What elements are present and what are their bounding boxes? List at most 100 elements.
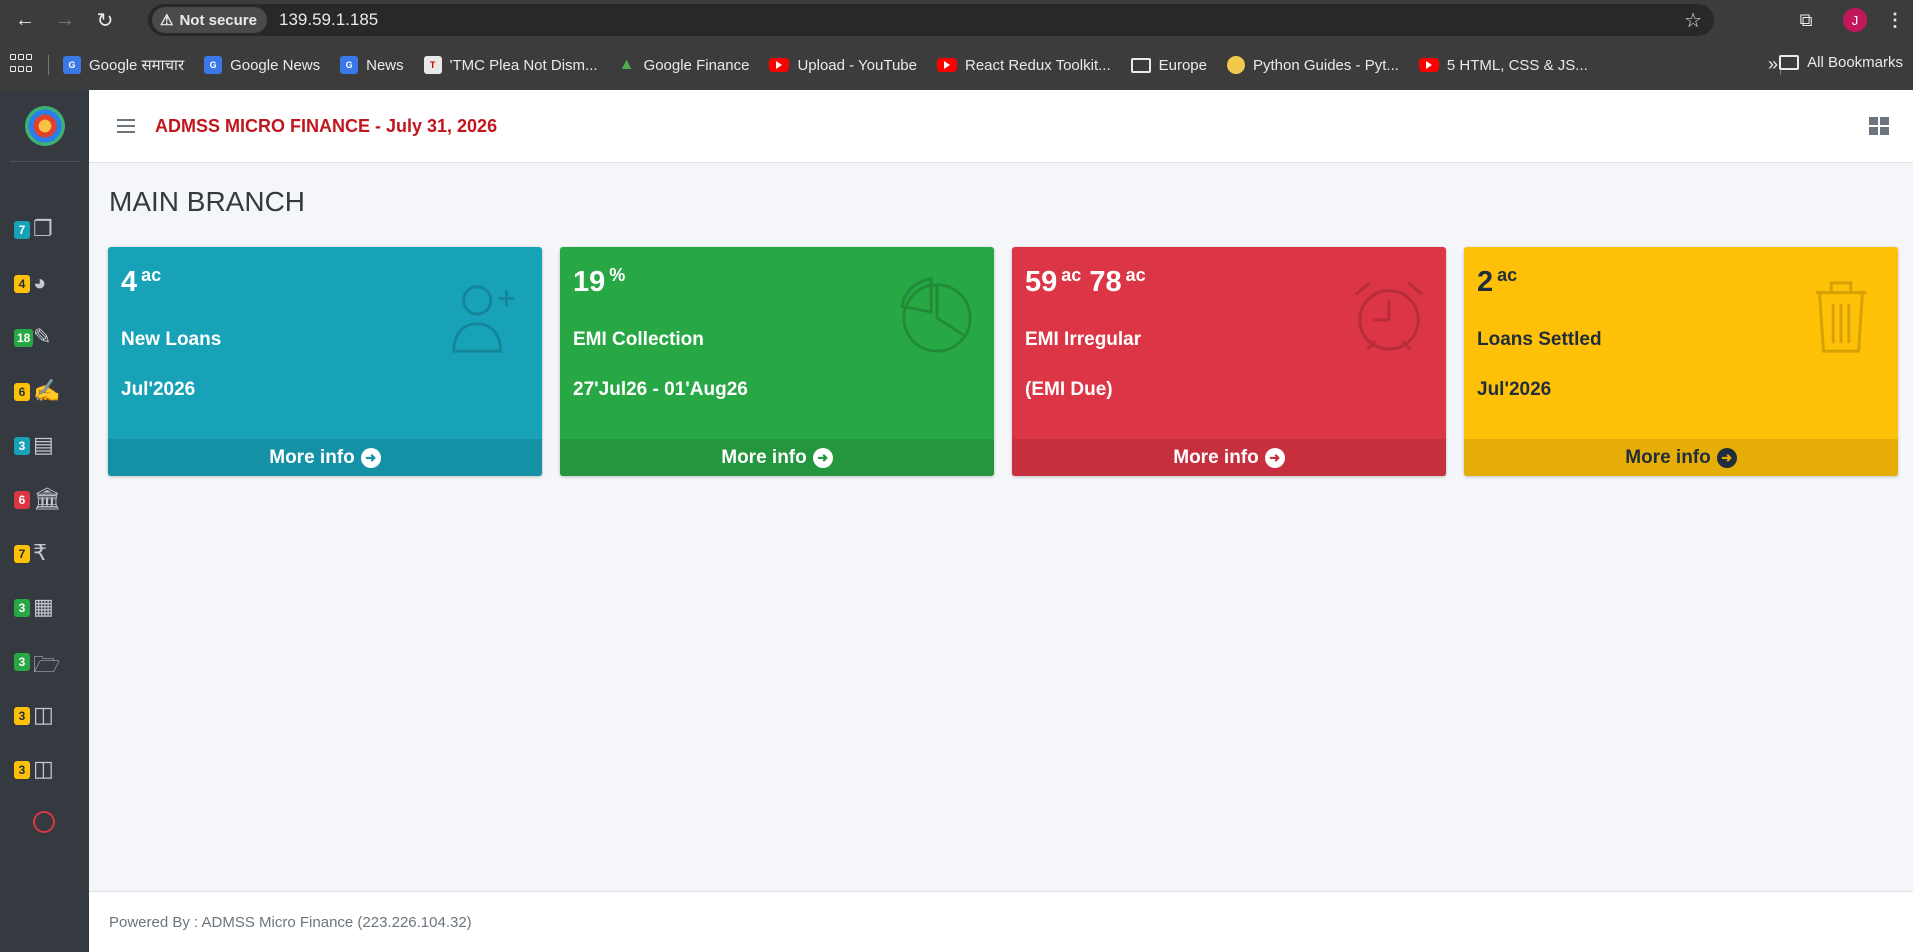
sidebar-badge: 3 bbox=[14, 599, 30, 617]
more-info-link[interactable]: More info ➜ bbox=[560, 439, 994, 476]
sidebar-item[interactable]: 6 🏛 bbox=[0, 472, 89, 526]
extensions-icon[interactable]: ⧉ bbox=[1791, 10, 1821, 31]
sidebar-item[interactable]: 6 ✍ bbox=[0, 364, 89, 418]
menu-dots-icon[interactable]: ⋮ bbox=[1885, 10, 1905, 31]
circle-icon bbox=[33, 811, 55, 833]
card-sublabel: 27'Jul26 - 01'Aug26 bbox=[573, 379, 748, 400]
youtube-icon bbox=[936, 58, 957, 72]
bookmark-label: Europe bbox=[1158, 56, 1207, 74]
forward-icon[interactable]: → bbox=[50, 5, 80, 35]
bookmark-item[interactable]: Python Guides - Pyt... bbox=[1227, 56, 1399, 74]
sidebar-badge: 4 bbox=[14, 275, 30, 293]
more-info-link[interactable]: More info ➜ bbox=[108, 439, 542, 476]
alarm-clock-icon bbox=[1350, 277, 1428, 355]
card-unit: ac bbox=[1497, 265, 1518, 285]
sidebar-item[interactable]: 3 ▦ bbox=[0, 580, 89, 634]
youtube-icon bbox=[769, 58, 790, 72]
more-info-label: More info bbox=[269, 446, 355, 468]
brand[interactable] bbox=[10, 90, 79, 162]
sidebar-badge: 6 bbox=[14, 383, 30, 401]
address-bar[interactable]: ⚠ Not secure 139.59.1.185 ☆ bbox=[148, 4, 1714, 36]
arrow-circle-right-icon: ➜ bbox=[360, 447, 381, 468]
sidebar-badge: 7 bbox=[14, 221, 30, 239]
user-plus-icon bbox=[446, 277, 524, 355]
card-value: 19 bbox=[573, 266, 606, 298]
more-info-link[interactable]: More info ➜ bbox=[1464, 439, 1898, 476]
all-bookmarks-label: All Bookmarks bbox=[1807, 54, 1903, 71]
bookmark-label: 'TMC Plea Not Dism... bbox=[449, 56, 598, 74]
bookmark-label: Google समाचार bbox=[89, 57, 185, 74]
card-value: 4 bbox=[121, 266, 138, 298]
bookmark-item[interactable]: G Google समाचार bbox=[63, 55, 184, 75]
stat-card: 2 ac Loans Settled Jul'2026 More info ➜ bbox=[1464, 247, 1898, 476]
more-info-label: More info bbox=[1625, 446, 1711, 468]
grid-icon: ▦ bbox=[33, 594, 54, 619]
bookmark-item[interactable]: T 'TMC Plea Not Dism... bbox=[423, 56, 598, 74]
rupee-icon: ₹ bbox=[33, 540, 47, 565]
sidebar-item[interactable]: 4 ◕ bbox=[0, 256, 89, 310]
sidebar-item[interactable]: 18 ✎ bbox=[0, 310, 89, 364]
chart-pie-icon: ◕ bbox=[33, 270, 47, 295]
trash-icon bbox=[1802, 277, 1880, 355]
more-info-label: More info bbox=[721, 446, 807, 468]
card-value-group: 2 ac bbox=[1477, 265, 1517, 299]
sidebar-badge: 3 bbox=[14, 707, 30, 725]
reload-icon[interactable]: ↻ bbox=[90, 5, 120, 35]
grid-view-icon[interactable] bbox=[1869, 117, 1889, 135]
bookmark-item[interactable]: ▲ Google Finance bbox=[618, 56, 750, 74]
card-value: 59 bbox=[1025, 266, 1058, 298]
sidebar-item-logout[interactable] bbox=[0, 796, 89, 850]
back-icon[interactable]: ← bbox=[10, 5, 40, 35]
stat-card: 19% EMI Collection 27'Jul26 - 01'Aug26 More… bbox=[560, 247, 994, 476]
signature-icon: ✍ bbox=[33, 378, 61, 403]
id-card-icon: ▤ bbox=[33, 432, 54, 457]
chart-pie-icon bbox=[898, 277, 976, 355]
card-sublabel: Jul'2026 bbox=[121, 379, 196, 400]
arrow-circle-right-icon: ➜ bbox=[812, 447, 833, 468]
folder-icon bbox=[1130, 57, 1151, 73]
card-sublabel: Jul'2026 bbox=[1477, 379, 1552, 400]
sidebar-item[interactable]: 3 ◫ bbox=[0, 688, 89, 742]
folder-open-icon: 🗁 bbox=[33, 652, 61, 677]
bookmark-label: Google Finance bbox=[643, 56, 750, 74]
bookmark-star-icon[interactable]: ☆ bbox=[1684, 8, 1702, 33]
stat-card: 4 ac New Loans Jul'2026 More info ➜ bbox=[108, 247, 542, 476]
profile-avatar[interactable]: J bbox=[1843, 8, 1867, 32]
folder-icon bbox=[1779, 55, 1800, 70]
more-bookmarks-icon[interactable]: » bbox=[1768, 54, 1778, 75]
card-unit: ac bbox=[1061, 265, 1082, 285]
security-chip[interactable]: ⚠ Not secure bbox=[152, 7, 267, 33]
bookmark-item[interactable]: Upload - YouTube bbox=[769, 57, 917, 74]
logo bbox=[24, 105, 65, 146]
bank-icon: 🏛 bbox=[33, 486, 61, 511]
bookmark-item[interactable]: G Google News bbox=[204, 56, 320, 74]
warning-icon: ⚠ bbox=[160, 12, 174, 29]
bookmark-item[interactable]: React Redux Toolkit... bbox=[936, 57, 1111, 74]
sidebar-item[interactable]: 7 ₹ bbox=[0, 526, 89, 580]
browser-toolbar: ← → ↻ ⚠ Not secure 139.59.1.185 ☆ ⧉ J ⋮ bbox=[0, 0, 1913, 40]
sidebar-item[interactable]: 3 ◫ bbox=[0, 742, 89, 796]
more-info-link[interactable]: More info ➜ bbox=[1012, 439, 1446, 476]
card-unit: ac bbox=[141, 265, 162, 285]
sidebar-item[interactable]: 3 🗁 bbox=[0, 634, 89, 688]
bookmark-item[interactable]: Europe bbox=[1130, 56, 1207, 74]
card-label: New Loans bbox=[121, 329, 222, 350]
bookmark-label: 5 HTML, CSS & JS... bbox=[1446, 56, 1588, 74]
bookmark-item[interactable]: G News bbox=[340, 56, 404, 74]
sidebar-item[interactable]: 3 ▤ bbox=[0, 418, 89, 472]
hamburger-menu-icon[interactable] bbox=[117, 115, 135, 137]
sidebar-badge: 18 bbox=[14, 329, 34, 347]
google-news-icon: G bbox=[63, 56, 81, 74]
card-sublabel: (EMI Due) bbox=[1025, 379, 1113, 400]
sidebar-item[interactable]: 7 ❐ bbox=[0, 202, 89, 256]
stat-card: 59 ac 78 ac EMI Irregular (EMI Due) More info… bbox=[1012, 247, 1446, 476]
url-text[interactable]: 139.59.1.185 bbox=[279, 10, 378, 30]
bookmark-item[interactable]: 5 HTML, CSS & JS... bbox=[1418, 56, 1588, 74]
app-title: ADMSS MICRO FINANCE - July 31, 2026 bbox=[155, 115, 498, 136]
tmc-favicon-icon: T bbox=[423, 56, 442, 74]
sidebar-badge: 3 bbox=[14, 437, 30, 455]
apps-icon[interactable] bbox=[10, 54, 32, 76]
top-navbar: ADMSS MICRO FINANCE - July 31, 2026 bbox=[89, 90, 1913, 163]
page-footer: Powered By : ADMSS Micro Finance (223.22… bbox=[89, 891, 1913, 952]
all-bookmarks-button[interactable]: All Bookmarks bbox=[1779, 54, 1903, 71]
